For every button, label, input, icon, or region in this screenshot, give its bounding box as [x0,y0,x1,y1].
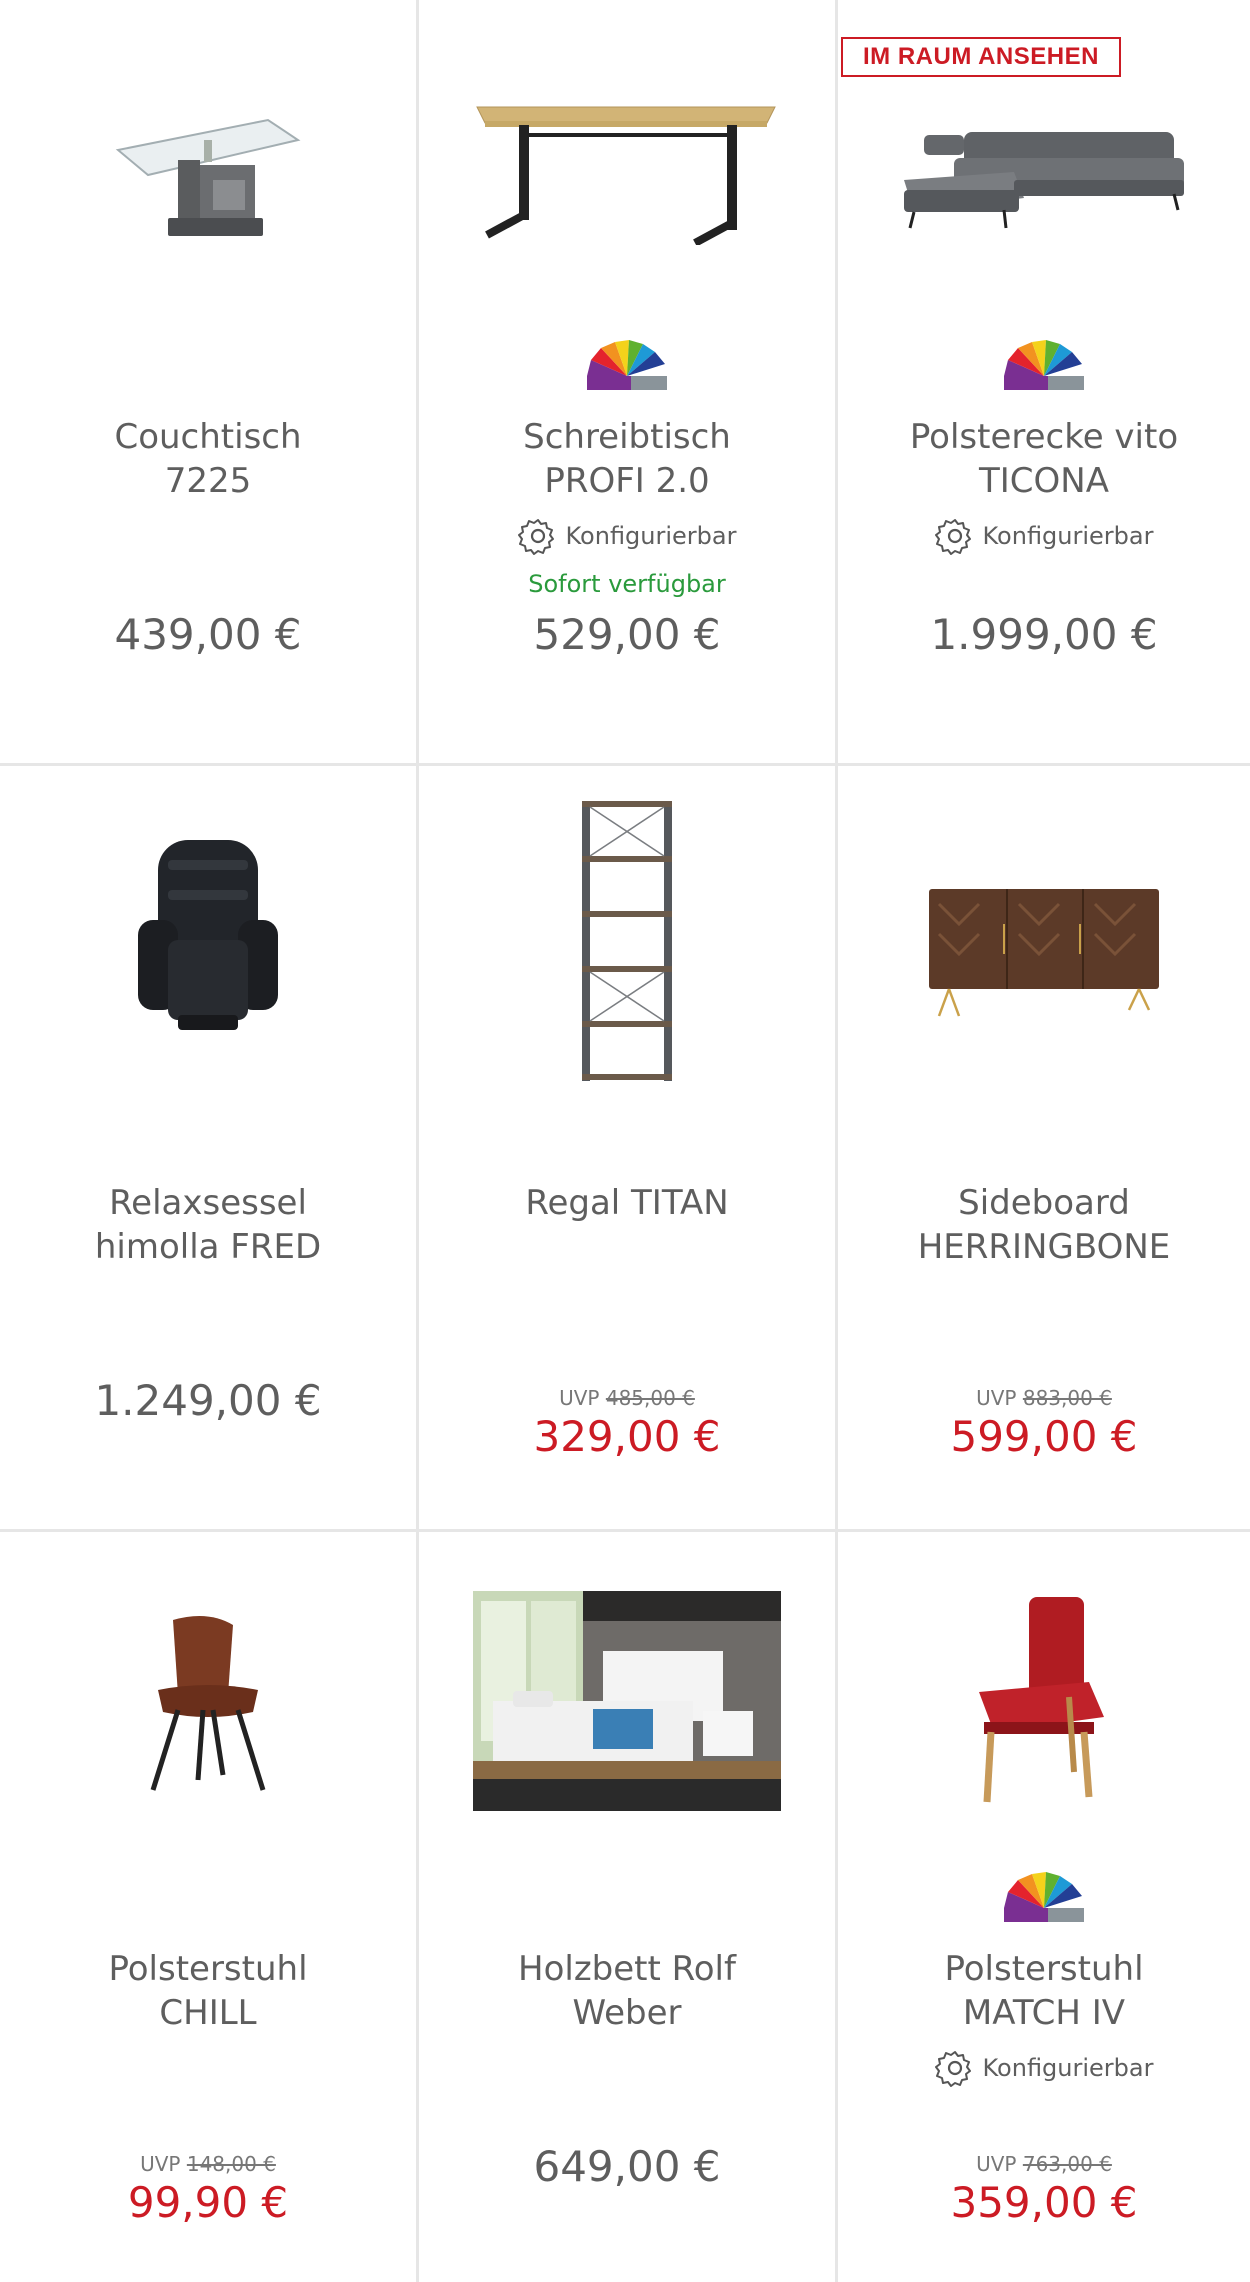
product-price: 1.999,00 € [930,610,1158,659]
product-price: 359,00 € [950,2178,1138,2227]
product-title[interactable]: Polsterecke vito TICONA [858,415,1230,503]
product-title[interactable]: Polsterstuhl CHILL [20,1947,396,2035]
gear-icon [934,519,971,555]
product-image[interactable] [419,0,835,300]
row-divider [0,763,1250,766]
uvp-price: UVP 148,00 € [0,2152,416,2176]
title-line: Sideboard [958,1183,1130,1223]
configurable-tag: Konfigurierbar [419,516,835,556]
uvp-price: UVP 763,00 € [838,2152,1250,2176]
title-line: PROFI 2.0 [544,461,710,501]
holzbett-image [473,1591,781,1811]
title-line: Polsterecke vito [909,417,1179,457]
product-title[interactable]: Polsterstuhl MATCH IV [858,1947,1230,2035]
product-image[interactable] [838,0,1250,300]
uvp-prefix: UVP [559,1386,600,1410]
product-price: 649,00 € [533,2142,721,2191]
product-image[interactable] [419,766,835,1081]
product-card-regal[interactable]: Regal TITAN UVP 485,00 € 329,00 € [419,766,835,1530]
gear-icon [934,2051,971,2087]
product-title[interactable]: Relaxsessel himolla FRED [20,1181,396,1269]
uvp-old-price: 148,00 € [186,2152,276,2176]
uvp-old-price: 763,00 € [1022,2152,1112,2176]
configurable-label: Konfigurierbar [982,2054,1154,2082]
product-image[interactable] [838,1532,1250,1832]
product-card-stuhl-chill[interactable]: Polsterstuhl CHILL UVP 148,00 € 99,90 € [0,1532,416,2282]
regal-image [582,801,672,1081]
title-line: CHILL [159,1993,257,2033]
product-title[interactable]: Sideboard HERRINGBONE [858,1181,1230,1269]
configurable-tag: Konfigurierbar [838,2048,1250,2088]
configurable-tag: Konfigurierbar [838,516,1250,556]
product-card-schreibtisch[interactable]: Schreibtisch PROFI 2.0 Konfigurierbar So… [419,0,835,764]
uvp-price: UVP 485,00 € [419,1386,835,1410]
title-line: HERRINGBONE [917,1227,1171,1267]
polsterecke-image [904,132,1184,229]
title-line: TICONA [979,461,1109,501]
product-title[interactable]: Regal TITAN [439,1181,815,1225]
sideboard-image [929,889,1159,1017]
title-line: Polsterstuhl [944,1949,1144,1989]
title-line: 7225 [164,461,252,501]
product-price: 329,00 € [533,1412,721,1461]
title-line: MATCH IV [962,1993,1126,2033]
product-card-polsterecke[interactable]: IM RAUM ANSEHEN Polsterecke vito TICONA … [838,0,1250,764]
colors-logo-icon [1004,1872,1084,1922]
product-price: 529,00 € [533,610,721,659]
product-grid: Couchtisch 7225 439,00 € Schreibtisch PR… [0,0,1250,2282]
product-image[interactable] [838,766,1250,1066]
product-card-sideboard[interactable]: Sideboard HERRINGBONE UVP 883,00 € 599,0… [838,766,1250,1530]
product-price: 1.249,00 € [94,1376,322,1425]
relaxsessel-image [138,840,278,1030]
availability-label: Sofort verfügbar [528,570,726,598]
title-line: himolla FRED [94,1227,322,1267]
uvp-price: UVP 883,00 € [838,1386,1250,1410]
title-line: Weber [572,1993,682,2033]
configurable-label: Konfigurierbar [982,522,1154,550]
product-price: 439,00 € [114,610,302,659]
stuhl-match-image [979,1597,1104,1803]
uvp-old-price: 485,00 € [605,1386,695,1410]
couchtisch-image [115,118,301,236]
row-divider [0,1529,1250,1532]
product-card-stuhl-match[interactable]: Polsterstuhl MATCH IV Konfigurierbar UVP… [838,1532,1250,2282]
title-line: Regal TITAN [525,1183,729,1223]
title-line: Schreibtisch [523,417,731,457]
product-image[interactable] [0,1532,416,1832]
product-card-couchtisch[interactable]: Couchtisch 7225 439,00 € [0,0,416,764]
product-image[interactable] [0,766,416,1066]
product-title[interactable]: Schreibtisch PROFI 2.0 [439,415,815,503]
title-line: Couchtisch [114,417,302,457]
product-image[interactable] [0,0,416,300]
product-price: 99,90 € [127,2178,289,2227]
colors-logo-icon [587,340,667,390]
uvp-prefix: UVP [140,2152,181,2176]
product-price: 599,00 € [950,1412,1138,1461]
uvp-prefix: UVP [976,2152,1017,2176]
product-image[interactable] [419,1532,835,1832]
gear-icon [517,519,554,555]
column-divider [416,0,419,2282]
title-line: Holzbett Rolf [518,1949,736,1989]
schreibtisch-image [476,106,776,245]
product-title[interactable]: Holzbett Rolf Weber [439,1947,815,2035]
product-card-relaxsessel[interactable]: Relaxsessel himolla FRED 1.249,00 € [0,766,416,1530]
uvp-old-price: 883,00 € [1022,1386,1112,1410]
product-card-holzbett[interactable]: Holzbett Rolf Weber 649,00 € [419,1532,835,2282]
colors-logo-icon [1004,340,1084,390]
product-title[interactable]: Couchtisch 7225 [20,415,396,503]
column-divider [835,0,838,2282]
stuhl-chill-image [150,1616,266,1791]
title-line: Relaxsessel [109,1183,307,1223]
title-line: Polsterstuhl [108,1949,308,1989]
configurable-label: Konfigurierbar [565,522,737,550]
uvp-prefix: UVP [976,1386,1017,1410]
